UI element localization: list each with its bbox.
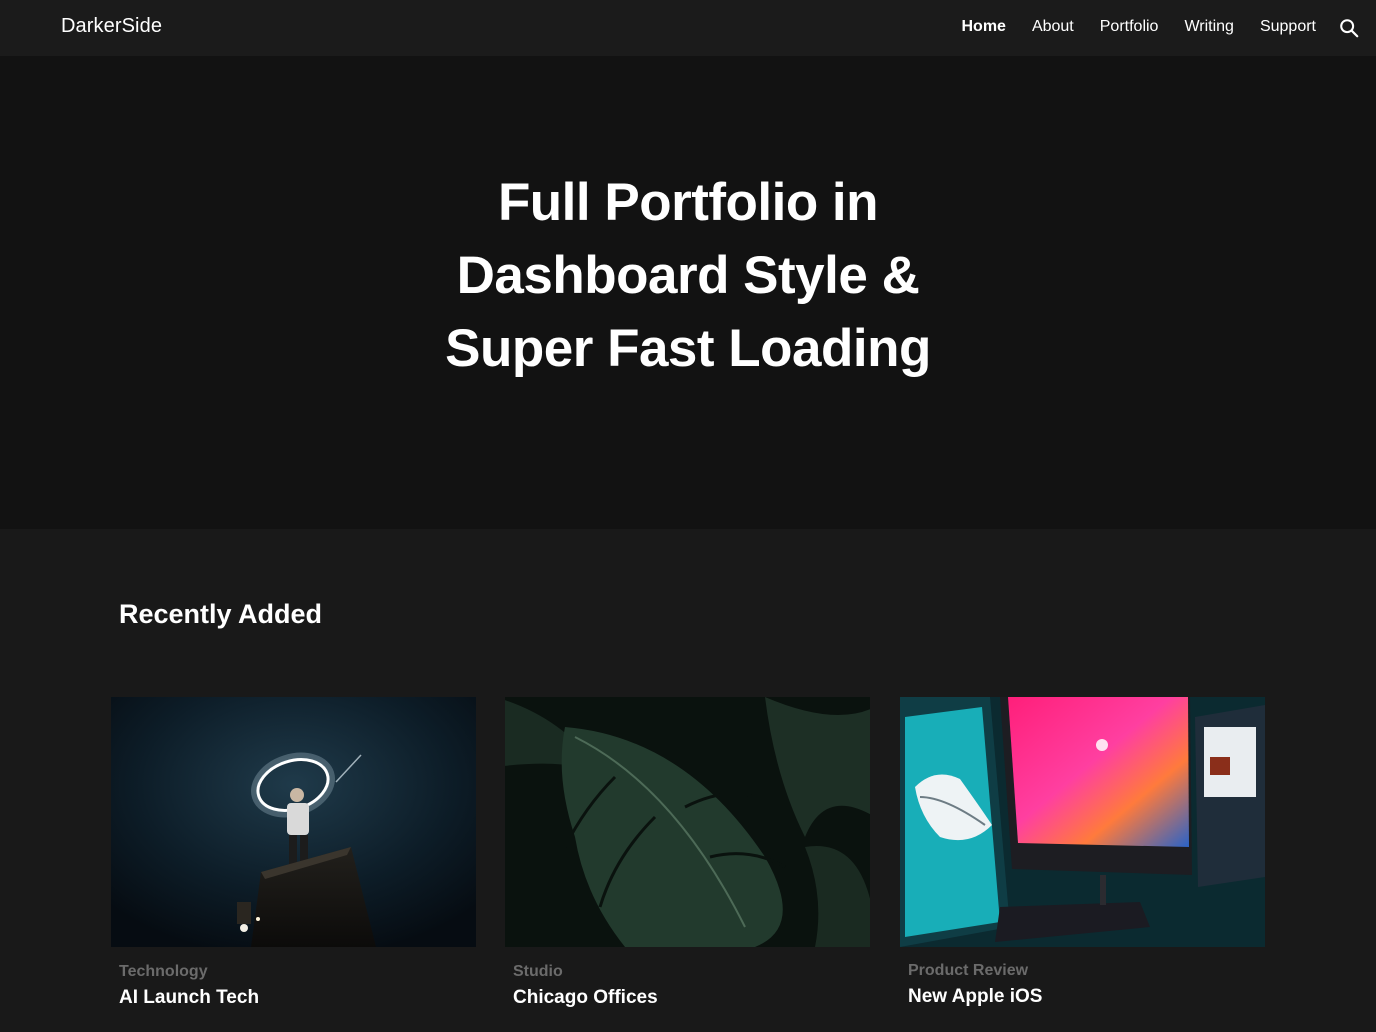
computer-monitors-image[interactable]: [900, 697, 1265, 947]
nav-home[interactable]: Home: [961, 18, 1005, 36]
portfolio-card[interactable]: Technology AI Launch Tech: [111, 697, 476, 1008]
monstera-leaves-image[interactable]: [505, 697, 870, 947]
nav-writing[interactable]: Writing: [1184, 18, 1234, 36]
nav-portfolio[interactable]: Portfolio: [1100, 18, 1159, 36]
card-title[interactable]: AI Launch Tech: [119, 987, 259, 1009]
portfolio-card[interactable]: Product Review New Apple iOS: [900, 697, 1265, 1007]
card-title[interactable]: Chicago Offices: [513, 987, 658, 1009]
card-category: Product Review: [908, 962, 1029, 979]
hero-title: Full Portfolio in Dashboard Style & Supe…: [388, 166, 988, 385]
search-icon[interactable]: [1338, 17, 1360, 39]
recently-added-heading: Recently Added: [119, 599, 323, 629]
hero-title-line-2: Dashboard Style &: [456, 246, 920, 305]
top-navbar: DarkerSide Home About Portfolio Writing …: [0, 0, 1376, 56]
portfolio-card[interactable]: Studio Chicago Offices: [505, 697, 870, 1008]
nav-about[interactable]: About: [1032, 18, 1074, 36]
hero-title-line-1: Full Portfolio in: [497, 173, 879, 232]
main-nav: Home About Portfolio Writing Support: [961, 18, 1316, 36]
nav-support[interactable]: Support: [1260, 18, 1316, 36]
hero-title-line-3: Super Fast Loading: [445, 319, 931, 378]
person-light-ring-image[interactable]: [111, 697, 476, 947]
site-brand[interactable]: DarkerSide: [61, 15, 162, 38]
hero-section: Full Portfolio in Dashboard Style & Supe…: [0, 56, 1376, 529]
card-title[interactable]: New Apple iOS: [908, 986, 1042, 1008]
card-category: Studio: [513, 963, 563, 980]
card-category: Technology: [119, 963, 208, 980]
